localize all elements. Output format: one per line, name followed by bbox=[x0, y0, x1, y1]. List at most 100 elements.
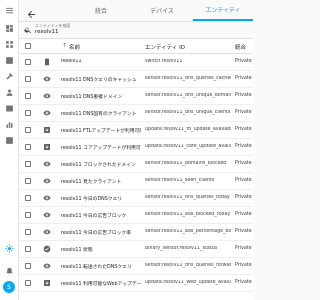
row-entity-id: sensor.resolv11_ads_percentage_blocked_t… bbox=[145, 229, 231, 234]
table-row[interactable]: resolv11 FTLアップデートが利用可能 update.resolv11_f… bbox=[19, 122, 253, 139]
table-row[interactable]: resolv11 ブロックされたドメイン sensor.resolv11_doma… bbox=[19, 156, 253, 173]
row-integration: Private bbox=[235, 263, 252, 268]
row-name: resolv11 DNSクエリのキャッシュ bbox=[61, 78, 137, 83]
row-entity-id: sensor.resolv11_dns_unique_clients bbox=[145, 110, 231, 115]
eye-icon bbox=[43, 75, 51, 83]
row-checkbox[interactable] bbox=[25, 76, 31, 82]
row-entity-id: update.resolv11_web_update_available bbox=[145, 280, 231, 285]
row-checkbox[interactable] bbox=[25, 59, 31, 65]
row-checkbox[interactable] bbox=[25, 195, 31, 201]
row-name: resolv11 DNS固有のクライアント bbox=[61, 112, 137, 117]
row-integration: Private bbox=[235, 178, 252, 183]
row-name: resolv11 状態 bbox=[61, 248, 93, 253]
chart-icon[interactable] bbox=[0, 116, 18, 132]
table-icon[interactable] bbox=[0, 132, 18, 148]
row-checkbox[interactable] bbox=[25, 280, 31, 286]
table-row[interactable]: resolv11 状態 binary_sensor.resolv11_status… bbox=[19, 241, 253, 258]
table-row[interactable]: resolv11 DNS重複ドメイン sensor.resolv11_dns_un… bbox=[19, 88, 253, 105]
row-integration: Private bbox=[235, 229, 252, 234]
row-checkbox[interactable] bbox=[25, 127, 31, 133]
row-entity-id: update.resolv11_core_update_available bbox=[145, 144, 231, 149]
row-checkbox[interactable] bbox=[25, 144, 31, 150]
person-icon[interactable] bbox=[0, 84, 18, 100]
mobile-icon bbox=[43, 58, 51, 66]
column-integration[interactable]: 統合 bbox=[235, 43, 246, 51]
row-integration: Private bbox=[235, 246, 252, 251]
sidebar: S bbox=[0, 0, 19, 300]
row-checkbox[interactable] bbox=[25, 229, 31, 235]
search-field[interactable]: エンティティを検索 resolv11 bbox=[19, 22, 253, 38]
row-entity-id: switch.resolv11 bbox=[145, 59, 183, 64]
table-row[interactable]: resolv11 今日のDNSクエリ sensor.resolv11_dns_qu… bbox=[19, 190, 253, 207]
table-row[interactable]: resolv11 利用可能なWebアップデート update.resolv11_w… bbox=[19, 275, 253, 292]
row-name: resolv11 今日のDNSクエリ bbox=[61, 197, 123, 202]
eye-icon bbox=[43, 160, 51, 168]
settings-icon[interactable] bbox=[0, 240, 18, 256]
table-row[interactable]: resolv11 DNSクエリのキャッシュ sensor.resolv11_dns… bbox=[19, 71, 253, 88]
row-name: resolv11 今日の広告ブロック bbox=[61, 214, 127, 219]
download-icon bbox=[43, 279, 51, 287]
eye-icon bbox=[43, 262, 51, 270]
row-name: resolv11 今日の広告ブロック率 bbox=[61, 231, 132, 236]
search-icon bbox=[24, 27, 31, 34]
row-checkbox[interactable] bbox=[25, 161, 31, 167]
row-entity-id: sensor.resolv11_dns_queries_today bbox=[145, 195, 230, 200]
row-integration: Private bbox=[235, 127, 252, 132]
row-entity-id: sensor.resolv11_domains_blocked bbox=[145, 161, 227, 166]
row-integration: Private bbox=[235, 212, 252, 217]
back-arrow-icon[interactable] bbox=[26, 5, 37, 19]
eye-icon bbox=[43, 211, 51, 219]
table-row[interactable]: resolv11 DNS固有のクライアント sensor.resolv11_dns… bbox=[19, 105, 253, 122]
search-input[interactable]: resolv11 bbox=[35, 29, 59, 35]
row-checkbox[interactable] bbox=[25, 212, 31, 218]
column-entity-id[interactable]: エンティティ ID bbox=[145, 43, 185, 51]
row-name: resolv11 DNS重複ドメイン bbox=[61, 95, 123, 100]
dashboard-icon[interactable] bbox=[0, 20, 18, 36]
eye-icon bbox=[43, 194, 51, 202]
row-name: resolv11 見たクライアント bbox=[61, 180, 122, 185]
row-entity-id: sensor.resolv11_dns_queries_forwarded bbox=[145, 263, 231, 268]
eye-icon bbox=[43, 228, 51, 236]
bell-icon[interactable] bbox=[0, 262, 18, 278]
tab-entities[interactable]: エンティティ bbox=[193, 0, 253, 21]
row-checkbox[interactable] bbox=[25, 178, 31, 184]
row-name: resolv11 コアアップデートが利用可能 bbox=[61, 146, 141, 151]
tab-devices[interactable]: デバイス bbox=[137, 0, 187, 21]
row-checkbox[interactable] bbox=[25, 263, 31, 269]
row-name: resolv11 FTLアップデートが利用可能 bbox=[61, 129, 141, 134]
table-row[interactable]: resolv11 コアアップデートが利用可能 update.resolv11_co… bbox=[19, 139, 253, 156]
row-name: resolv11 利用可能なWebアップデート bbox=[61, 282, 141, 287]
row-entity-id: sensor.resolv11_dns_unique_domains bbox=[145, 93, 231, 98]
row-integration: Private bbox=[235, 93, 252, 98]
row-checkbox[interactable] bbox=[25, 110, 31, 116]
row-checkbox[interactable] bbox=[25, 93, 31, 99]
table-row[interactable]: resolv11 switch.resolv11 Private bbox=[19, 54, 253, 71]
select-all-checkbox[interactable] bbox=[25, 43, 31, 49]
row-integration: Private bbox=[235, 280, 252, 285]
row-checkbox[interactable] bbox=[25, 246, 31, 252]
menu-icon[interactable] bbox=[0, 2, 18, 18]
download-icon bbox=[43, 126, 51, 134]
wrench-icon[interactable] bbox=[0, 68, 18, 84]
table-row[interactable]: resolv11 今日の広告ブロック sensor.resolv11_ads_bl… bbox=[19, 207, 253, 224]
eye-icon bbox=[43, 109, 51, 117]
row-integration: Private bbox=[235, 144, 252, 149]
avatar[interactable]: S bbox=[3, 281, 15, 293]
list-icon[interactable] bbox=[0, 52, 18, 68]
column-name[interactable]: 名前 bbox=[69, 43, 80, 51]
tab-integrations[interactable]: 統合 bbox=[81, 0, 121, 21]
media-icon[interactable] bbox=[0, 100, 18, 116]
row-integration: Private bbox=[235, 59, 252, 64]
grid-icon[interactable] bbox=[0, 36, 18, 52]
sort-arrow-icon[interactable]: ↑ bbox=[62, 42, 67, 49]
row-name: resolv11 bbox=[61, 59, 82, 64]
row-entity-id: update.resolv11_ftl_update_available bbox=[145, 127, 231, 132]
table-row[interactable]: resolv11 見たクライアント sensor.resolv11_seen_cl… bbox=[19, 173, 253, 190]
row-entity-id: sensor.resolv11_seen_clients bbox=[145, 178, 215, 183]
row-name: resolv11 転送されたDNSクエリ bbox=[61, 265, 132, 270]
table-row[interactable]: resolv11 転送されたDNSクエリ sensor.resolv11_dns_… bbox=[19, 258, 253, 275]
row-entity-id: binary_sensor.resolv11_status bbox=[145, 246, 218, 251]
row-integration: Private bbox=[235, 195, 252, 200]
eye-icon bbox=[43, 92, 51, 100]
table-row[interactable]: resolv11 今日の広告ブロック率 sensor.resolv11_ads_p… bbox=[19, 224, 253, 241]
